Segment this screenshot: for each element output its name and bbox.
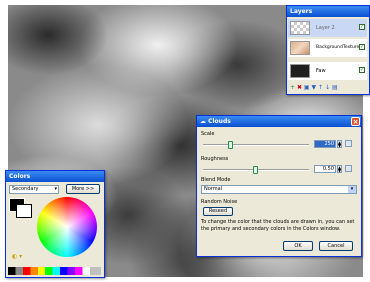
scale-slider-thumb[interactable] bbox=[228, 141, 233, 149]
layer-visible-checkbox[interactable]: ✓ bbox=[359, 67, 365, 73]
roughness-value: 0.50 bbox=[322, 166, 334, 172]
hint-text: To change the color that the clouds are … bbox=[201, 219, 355, 232]
layer-visible-checkbox[interactable]: ✓ bbox=[359, 44, 365, 50]
color-wheel[interactable] bbox=[37, 197, 97, 257]
clouds-title: ☁ Clouds × bbox=[197, 116, 361, 127]
merge-layer-icon[interactable]: ▼ bbox=[312, 84, 317, 91]
palette-strip[interactable] bbox=[8, 267, 101, 275]
roughness-slider-thumb[interactable] bbox=[253, 166, 258, 174]
duplicate-layer-icon[interactable]: ▣ bbox=[304, 84, 310, 91]
layer-item[interactable]: Layer 2 ✓ bbox=[288, 19, 367, 37]
layer-name: Faw bbox=[316, 68, 326, 74]
layer-thumbnail bbox=[290, 64, 310, 78]
blend-mode-select[interactable]: Normal ▾ bbox=[201, 185, 357, 194]
clouds-dialog: ☁ Clouds × Scale 250 ▲ ▼ Roughness 0.50 ▲… bbox=[196, 115, 362, 257]
blend-mode-value: Normal bbox=[204, 186, 223, 192]
chevron-down-icon: ▾ bbox=[348, 186, 356, 193]
layers-toolbar: + ✖ ▣ ▼ ↑ ↓ ▤ bbox=[288, 83, 367, 92]
roughness-input[interactable]: 0.50 bbox=[314, 165, 336, 173]
layer-thumbnail bbox=[290, 21, 310, 35]
chevron-down-icon: ▾ bbox=[54, 186, 57, 192]
scale-spinner[interactable]: ▲ ▼ bbox=[337, 140, 342, 148]
layer-name: BackgroundTexture bbox=[316, 45, 360, 50]
scale-reset-icon[interactable] bbox=[345, 140, 352, 147]
color-target-value: Secondary bbox=[12, 186, 39, 192]
layer-thumbnail bbox=[290, 41, 310, 55]
roughness-spinner[interactable]: ▲ ▼ bbox=[337, 165, 342, 173]
colors-title: Colors bbox=[6, 171, 104, 182]
move-down-icon[interactable]: ↓ bbox=[325, 84, 330, 91]
layer-properties-icon[interactable]: ▤ bbox=[332, 84, 338, 91]
more-colors-button[interactable]: More >> bbox=[66, 184, 100, 194]
scale-slider-track[interactable] bbox=[203, 144, 309, 146]
layer-name: Layer 2 bbox=[316, 25, 335, 31]
colors-window: Colors Secondary ▾ More >> ◐ ▾ bbox=[5, 170, 105, 278]
roughness-label: Roughness bbox=[201, 156, 229, 162]
add-layer-icon[interactable]: + bbox=[290, 84, 295, 91]
roughness-reset-icon[interactable] bbox=[345, 165, 352, 172]
clouds-icon: ☁ bbox=[200, 118, 206, 125]
cancel-button[interactable]: Cancel bbox=[319, 241, 353, 251]
scale-value: 250 bbox=[324, 141, 334, 147]
delete-layer-icon[interactable]: ✖ bbox=[297, 84, 302, 91]
layer-visible-checkbox[interactable]: ✓ bbox=[359, 24, 365, 30]
scale-input[interactable]: 250 bbox=[314, 140, 336, 148]
scale-label: Scale bbox=[201, 131, 215, 137]
close-icon[interactable]: × bbox=[351, 117, 360, 126]
layer-item[interactable]: BackgroundTexture ✓ bbox=[288, 39, 367, 57]
layer-item[interactable]: Faw ✓ bbox=[288, 62, 367, 80]
reseed-button[interactable]: Reseed bbox=[203, 207, 233, 216]
color-target-select[interactable]: Secondary ▾ bbox=[9, 185, 59, 194]
clouds-title-text: Clouds bbox=[208, 118, 231, 125]
random-noise-label: Random Noise bbox=[201, 199, 238, 205]
move-up-icon[interactable]: ↑ bbox=[318, 84, 323, 91]
layers-window: Layers Layer 2 ✓ BackgroundTexture ✓ Faw… bbox=[286, 5, 370, 95]
ok-button[interactable]: OK bbox=[283, 241, 313, 251]
color-reset-icon[interactable]: ◐ ▾ bbox=[12, 253, 22, 260]
secondary-color-swatch[interactable] bbox=[16, 204, 32, 218]
layers-title: Layers bbox=[287, 6, 369, 17]
blend-mode-label: Blend Mode bbox=[201, 177, 231, 183]
